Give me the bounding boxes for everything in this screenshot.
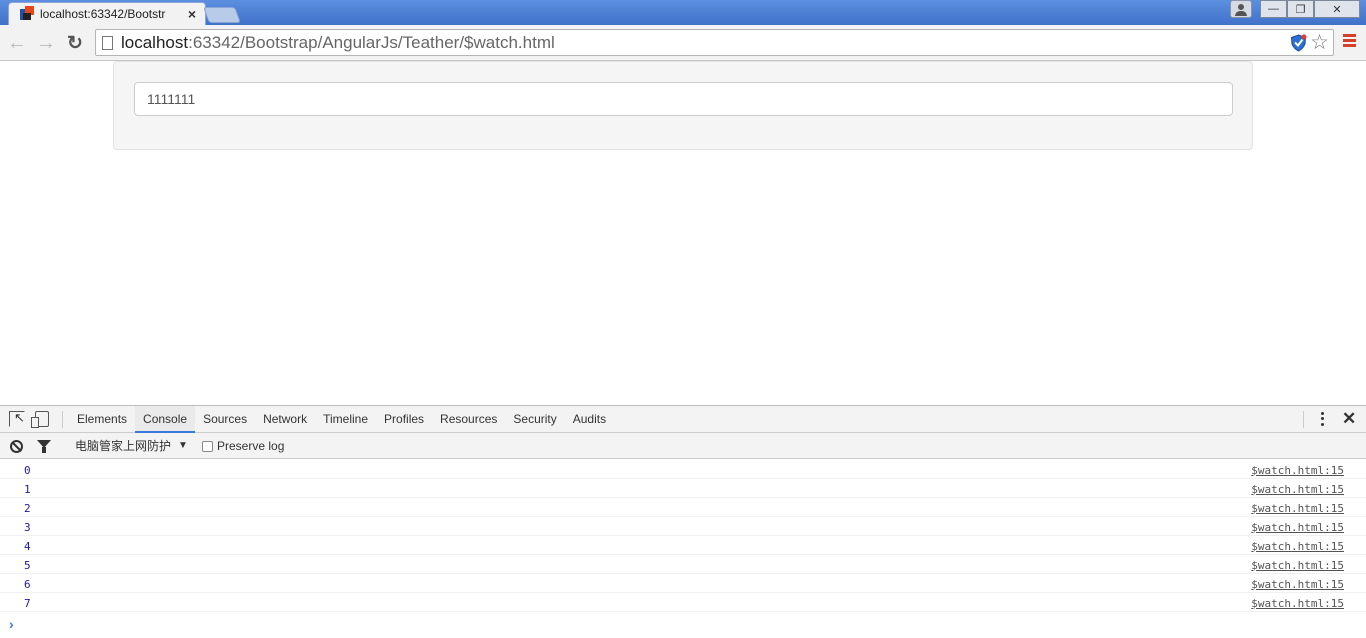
console-log-row: 2 $watch.html:15 <box>0 498 1366 517</box>
preserve-log-label: Preserve log <box>217 439 285 453</box>
devtools-close-button[interactable]: ✕ <box>1342 409 1356 429</box>
log-source-link[interactable]: $watch.html:15 <box>1251 483 1344 496</box>
console-filter-bar: 电脑管家上网防护 ▼ Preserve log <box>0 433 1366 459</box>
browser-tab[interactable]: localhost:63342/Bootstr × <box>8 2 206 25</box>
minimize-button[interactable]: — <box>1260 0 1287 18</box>
restore-button[interactable]: ❐ <box>1287 0 1314 18</box>
url-host: localhost <box>121 32 189 52</box>
console-log-row: 7 $watch.html:15 <box>0 593 1366 612</box>
log-source-link[interactable]: $watch.html:15 <box>1251 559 1344 572</box>
console-prompt[interactable]: › <box>9 616 14 632</box>
url-path: :63342/Bootstrap/AngularJs/Teather/$watc… <box>188 32 555 52</box>
clear-console-icon[interactable] <box>10 440 23 453</box>
tab-sources[interactable]: Sources <box>195 406 255 433</box>
user-profile-icon[interactable] <box>1230 0 1252 18</box>
window-title-bar: localhost:63342/Bootstr × — ❐ ✕ <box>0 0 1366 25</box>
page-icon <box>102 35 113 50</box>
log-source-link[interactable]: $watch.html:15 <box>1251 540 1344 553</box>
tab-resources[interactable]: Resources <box>432 406 505 433</box>
log-source-link[interactable]: $watch.html:15 <box>1251 464 1344 477</box>
log-value: 3 <box>24 521 31 534</box>
webstorm-favicon-icon <box>19 6 35 22</box>
tab-network[interactable]: Network <box>255 406 315 433</box>
filter-icon[interactable] <box>37 440 51 453</box>
tab-elements[interactable]: Elements <box>69 406 135 433</box>
inspect-element-icon[interactable] <box>9 410 25 427</box>
tab-security[interactable]: Security <box>505 406 564 433</box>
well-container <box>113 61 1253 150</box>
tab-title: localhost:63342/Bootstr <box>40 7 166 21</box>
log-value: 5 <box>24 559 31 572</box>
context-selector[interactable]: 电脑管家上网防护 ▼ <box>75 433 188 459</box>
new-tab-button[interactable] <box>203 7 241 23</box>
reload-icon[interactable]: ↻ <box>63 31 87 55</box>
shield-icon[interactable] <box>1290 34 1307 52</box>
devtools-tab-bar: Elements Console Sources Network Timelin… <box>0 406 1366 433</box>
more-options-icon[interactable] <box>1316 411 1328 427</box>
preserve-log-checkbox[interactable] <box>202 440 213 452</box>
console-log-row: 6 $watch.html:15 <box>0 574 1366 593</box>
log-source-link[interactable]: $watch.html:15 <box>1251 578 1344 591</box>
devtools-tabs: Elements Console Sources Network Timelin… <box>69 406 614 433</box>
toolbar-divider <box>1303 411 1304 428</box>
console-log-row: 1 $watch.html:15 <box>0 479 1366 498</box>
log-value: 1 <box>24 483 31 496</box>
tab-close-icon[interactable]: × <box>185 6 199 22</box>
log-source-link[interactable]: $watch.html:15 <box>1251 502 1344 515</box>
log-source-link[interactable]: $watch.html:15 <box>1251 521 1344 534</box>
hamburger-menu-icon[interactable] <box>1343 34 1356 48</box>
tab-audits[interactable]: Audits <box>565 406 614 433</box>
browser-toolbar: ← → ↻ localhost:63342/Bootstrap/AngularJ… <box>0 25 1366 61</box>
console-log-row: 4 $watch.html:15 <box>0 536 1366 555</box>
toolbar-divider <box>62 411 63 428</box>
console-output: 0 $watch.html:15 1 $watch.html:15 2 $wat… <box>0 460 1366 638</box>
devtools-panel: Elements Console Sources Network Timelin… <box>0 405 1366 637</box>
dropdown-arrow-icon: ▼ <box>178 440 188 451</box>
device-mode-icon[interactable] <box>31 411 49 428</box>
context-label: 电脑管家上网防护 <box>75 439 172 453</box>
address-bar[interactable]: localhost:63342/Bootstrap/AngularJs/Teat… <box>95 29 1334 56</box>
log-value: 0 <box>24 464 31 477</box>
tab-profiles[interactable]: Profiles <box>376 406 432 433</box>
log-value: 4 <box>24 540 31 553</box>
log-source-link[interactable]: $watch.html:15 <box>1251 597 1344 610</box>
console-log-row: 0 $watch.html:15 <box>0 460 1366 479</box>
log-value: 7 <box>24 597 31 610</box>
console-log-row: 3 $watch.html:15 <box>0 517 1366 536</box>
log-value: 2 <box>24 502 31 515</box>
close-window-button[interactable]: ✕ <box>1314 0 1360 18</box>
tab-timeline[interactable]: Timeline <box>315 406 376 433</box>
window-controls: — ❐ ✕ <box>1230 0 1360 18</box>
preserve-log-toggle[interactable]: Preserve log <box>202 433 284 459</box>
text-input[interactable] <box>134 82 1233 116</box>
log-value: 6 <box>24 578 31 591</box>
tab-console[interactable]: Console <box>135 406 196 433</box>
back-arrow-icon[interactable]: ← <box>5 31 29 55</box>
star-icon[interactable]: ☆ <box>1310 30 1329 55</box>
forward-arrow-icon[interactable]: → <box>34 31 58 55</box>
console-log-row: 5 $watch.html:15 <box>0 555 1366 574</box>
